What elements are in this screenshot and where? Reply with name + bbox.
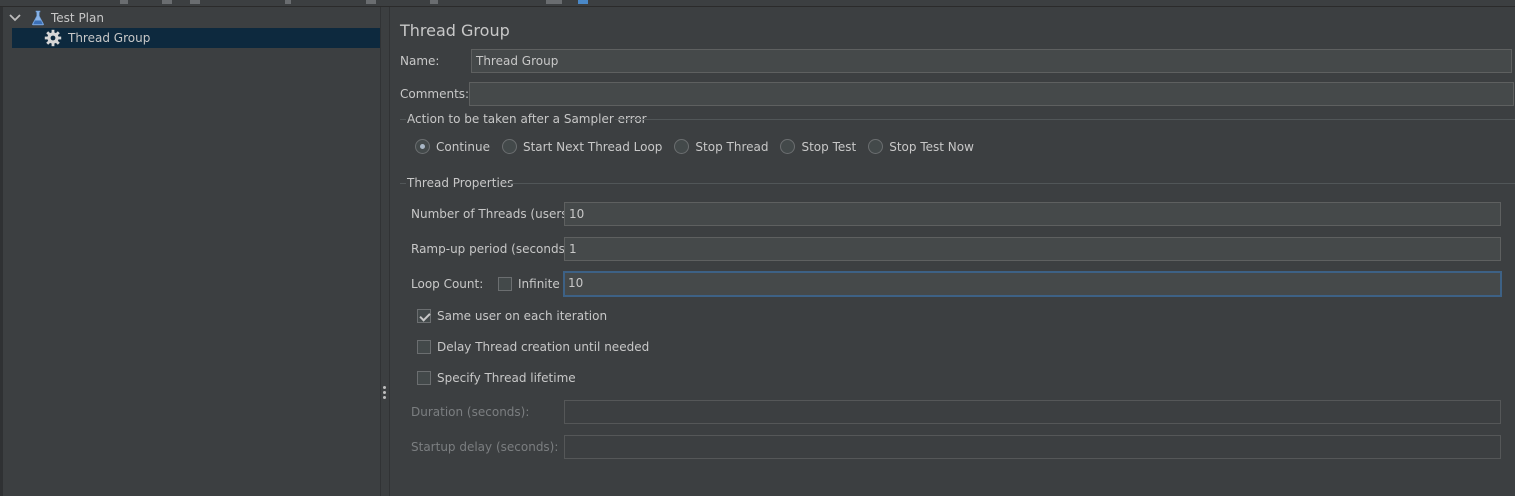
group-border: [400, 183, 406, 184]
loop-count-field[interactable]: 10: [563, 271, 1502, 297]
infinite-checkbox[interactable]: Infinite: [498, 277, 560, 291]
toolbar-button[interactable]: [190, 0, 200, 4]
duration-field[interactable]: [564, 400, 1501, 424]
radio-dot[interactable]: [780, 139, 796, 154]
toolbar-button[interactable]: [162, 0, 172, 4]
checkbox-label: Delay Thread creation until needed: [437, 340, 650, 354]
thread-group-panel: Thread Group Name: Thread Group Comments…: [390, 7, 1515, 496]
radio-label: Continue: [436, 139, 490, 154]
test-plan-tree: Test Plan Thread Group: [0, 7, 381, 496]
rampup-label: Ramp-up period (seconds):: [411, 242, 574, 256]
radio-dot[interactable]: [415, 139, 430, 154]
chevron-down-icon[interactable]: [8, 11, 22, 25]
rampup-field[interactable]: 1: [564, 237, 1501, 261]
radio-label: Stop Thread: [695, 139, 769, 154]
radio-dot[interactable]: [868, 139, 884, 154]
toolbar-button[interactable]: [366, 0, 376, 4]
checkbox-box[interactable]: [417, 309, 431, 323]
group-border: [400, 119, 406, 120]
same-user-checkbox[interactable]: Same user on each iteration: [417, 309, 607, 323]
splitter-grip-icon[interactable]: [383, 386, 388, 406]
tree-item-test-plan[interactable]: Test Plan: [8, 8, 104, 28]
name-field[interactable]: Thread Group: [471, 49, 1512, 73]
threads-label: Number of Threads (users):: [411, 207, 577, 221]
toolbar-button[interactable]: [120, 0, 128, 4]
checkbox-box[interactable]: [417, 340, 431, 354]
tree-item-label: Thread Group: [68, 31, 151, 45]
checkbox-box[interactable]: [498, 277, 512, 291]
comments-field[interactable]: [469, 82, 1514, 106]
checkbox-box[interactable]: [417, 371, 431, 385]
panel-splitter[interactable]: [381, 7, 390, 496]
radio-label: Stop Test Now: [889, 139, 974, 154]
comments-label: Comments:: [400, 87, 470, 101]
group-border: [505, 183, 1515, 184]
thread-lifetime-checkbox[interactable]: Specify Thread lifetime: [417, 371, 576, 385]
startup-delay-label: Startup delay (seconds):: [411, 440, 559, 454]
radio-dot[interactable]: [501, 139, 517, 154]
radio-start-next-thread-loop[interactable]: Start Next Thread Loop: [501, 139, 663, 154]
duration-label: Duration (seconds):: [411, 405, 530, 419]
tree-item-label: Test Plan: [51, 11, 104, 25]
toolbar-button[interactable]: [578, 0, 588, 4]
radio-label: Stop Test: [801, 139, 857, 154]
name-label: Name:: [400, 54, 440, 68]
toolbar-strip: [0, 0, 1515, 7]
sampler-error-options: Continue Start Next Thread Loop Stop Thr…: [415, 139, 986, 154]
toolbar-button[interactable]: [285, 0, 291, 4]
radio-dot[interactable]: [674, 139, 690, 154]
checkbox-label: Same user on each iteration: [437, 309, 608, 323]
radio-stop-test[interactable]: Stop Test: [780, 139, 856, 154]
radio-stop-test-now[interactable]: Stop Test Now: [868, 139, 974, 154]
threads-field[interactable]: 10: [564, 202, 1501, 226]
delay-thread-checkbox[interactable]: Delay Thread creation until needed: [417, 340, 649, 354]
toolbar-button[interactable]: [546, 0, 562, 4]
loop-count-label: Loop Count:: [411, 277, 484, 291]
panel-title: Thread Group: [400, 21, 510, 40]
toolbar-button[interactable]: [430, 0, 438, 4]
sampler-error-legend: Action to be taken after a Sampler error: [407, 112, 647, 126]
flask-icon: [30, 10, 46, 26]
thread-properties-legend: Thread Properties: [407, 176, 514, 190]
checkbox-label: Infinite: [518, 277, 560, 291]
radio-label: Start Next Thread Loop: [522, 139, 663, 154]
radio-stop-thread[interactable]: Stop Thread: [674, 139, 768, 154]
gear-icon: [44, 29, 62, 47]
startup-delay-field[interactable]: [564, 435, 1501, 459]
checkbox-label: Specify Thread lifetime: [437, 371, 576, 385]
tree-item-thread-group[interactable]: Thread Group: [12, 28, 380, 48]
group-border: [615, 119, 1515, 120]
radio-continue[interactable]: Continue: [415, 139, 490, 154]
